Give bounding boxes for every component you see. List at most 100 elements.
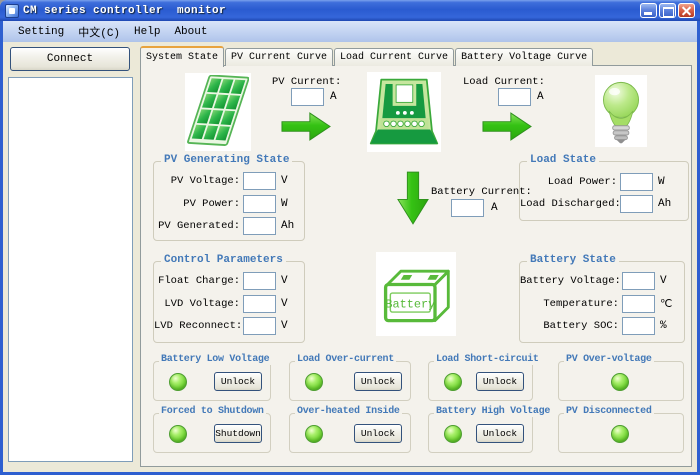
pv-voltage-unit: V <box>281 175 288 187</box>
load-discharged-value[interactable] <box>620 195 653 213</box>
status-over-heated-inside: Over-heated Inside Unlock <box>289 413 411 453</box>
pv-current-label: PV Current: <box>272 76 341 88</box>
pv-generated-value[interactable] <box>243 217 276 235</box>
battery-current-value[interactable] <box>451 199 484 217</box>
battery-soc-label: Battery SOC: <box>520 320 619 332</box>
temperature-unit: ℃ <box>660 297 672 311</box>
lvd-voltage-value[interactable] <box>243 295 276 313</box>
lvd-voltage-label: LVD Voltage: <box>154 298 240 310</box>
pv-power-value[interactable] <box>243 195 276 213</box>
menu-language[interactable]: 中文(C) <box>71 22 127 42</box>
close-icon[interactable] <box>678 3 695 18</box>
tab-strip: System State PV Current Curve Load Curre… <box>140 45 594 66</box>
group-title: Battery State <box>527 254 619 266</box>
group-title: Control Parameters <box>161 254 286 266</box>
arrow-right-icon <box>482 110 532 148</box>
battery-voltage-value[interactable] <box>622 272 655 290</box>
charge-controller-icon <box>367 72 441 152</box>
pv-current-unit: A <box>330 91 337 103</box>
pv-generated-unit: Ah <box>281 220 294 232</box>
unlock-button[interactable]: Unlock <box>476 372 524 391</box>
led-indicator <box>444 425 462 443</box>
unlock-button[interactable]: Unlock <box>476 424 524 443</box>
battery-icon: Battery <box>376 252 456 336</box>
status-title: PV Over-voltage <box>564 354 654 365</box>
arrow-down-icon <box>397 170 429 232</box>
status-load-short-circuit: Load Short-circuit Unlock <box>428 361 533 401</box>
temperature-value[interactable] <box>622 295 655 313</box>
load-power-label: Load Power: <box>520 176 617 188</box>
group-pv-generating-state: PV Generating State PV Voltage:V PV Powe… <box>153 161 305 241</box>
load-discharged-unit: Ah <box>658 198 671 210</box>
load-power-unit: W <box>658 176 665 188</box>
status-title: PV Disconnected <box>564 406 654 417</box>
float-charge-label: Float Charge: <box>154 275 240 287</box>
app-window: CM series controller monitor Setting 中文(… <box>0 0 700 475</box>
tab-pv-current-curve[interactable]: PV Current Curve <box>225 48 333 66</box>
menu-setting[interactable]: Setting <box>11 24 71 40</box>
status-title: Forced to Shutdown <box>159 406 266 417</box>
led-indicator <box>169 373 187 391</box>
lvd-reconnect-value[interactable] <box>243 317 276 335</box>
pv-generated-label: PV Generated: <box>154 220 240 232</box>
status-title: Over-heated Inside <box>295 406 402 417</box>
menu-bar: Setting 中文(C) Help About <box>3 21 697 42</box>
unlock-button[interactable]: Unlock <box>214 372 262 391</box>
float-charge-unit: V <box>281 275 288 287</box>
menu-help[interactable]: Help <box>127 24 167 40</box>
tab-battery-voltage-curve[interactable]: Battery Voltage Curve <box>455 48 593 66</box>
pv-power-unit: W <box>281 198 288 210</box>
unlock-button[interactable]: Unlock <box>354 424 402 443</box>
tab-load-current-curve[interactable]: Load Current Curve <box>334 48 454 66</box>
group-title: Load State <box>527 154 599 166</box>
battery-icon-label: Battery <box>385 297 435 311</box>
load-current-value[interactable] <box>498 88 531 106</box>
bulb-icon <box>595 75 647 147</box>
connect-button[interactable]: Connect <box>10 47 130 71</box>
group-control-parameters: Control Parameters Float Charge:V LVD Vo… <box>153 261 305 343</box>
status-title: Battery Low Voltage <box>159 354 271 365</box>
minimize-icon[interactable] <box>640 3 657 18</box>
unlock-button[interactable]: Unlock <box>354 372 402 391</box>
status-load-over-current: Load Over-current Unlock <box>289 361 411 401</box>
group-load-state: Load State Load Power:W Load Discharged:… <box>519 161 689 221</box>
titlebar: CM series controller monitor <box>0 0 700 21</box>
led-indicator <box>305 373 323 391</box>
pv-voltage-label: PV Voltage: <box>154 175 240 187</box>
device-list[interactable] <box>8 77 133 462</box>
battery-soc-value[interactable] <box>622 317 655 335</box>
group-title: PV Generating State <box>161 154 292 166</box>
status-title: Load Short-circuit <box>434 354 541 365</box>
float-charge-value[interactable] <box>243 272 276 290</box>
led-indicator <box>611 373 629 391</box>
battery-voltage-label: Battery Voltage: <box>520 275 619 287</box>
app-icon <box>5 4 19 18</box>
status-title: Battery High Voltage <box>434 406 552 417</box>
pv-power-label: PV Power: <box>154 198 240 210</box>
load-current-label: Load Current: <box>463 76 545 88</box>
status-pv-over-voltage: PV Over-voltage <box>558 361 684 401</box>
window-title: CM series controller monitor <box>23 5 226 17</box>
battery-current-unit: A <box>491 202 498 214</box>
load-current-unit: A <box>537 91 544 103</box>
system-state-page: PV Current: A Load Current <box>140 65 692 467</box>
tab-system-state[interactable]: System State <box>140 46 224 67</box>
load-power-value[interactable] <box>620 173 653 191</box>
status-battery-low-voltage: Battery Low Voltage Unlock <box>153 361 271 401</box>
arrow-right-icon <box>281 110 331 148</box>
status-forced-to-shutdown: Forced to Shutdown Shutdown <box>153 413 271 453</box>
menu-about[interactable]: About <box>167 24 214 40</box>
group-battery-state: Battery State Battery Voltage:V Temperat… <box>519 261 685 343</box>
status-pv-disconnected: PV Disconnected <box>558 413 684 453</box>
shutdown-button[interactable]: Shutdown <box>214 424 262 443</box>
status-title: Load Over-current <box>295 354 396 365</box>
battery-current-label: Battery Current: <box>431 186 532 198</box>
temperature-label: Temperature: <box>520 298 619 310</box>
maximize-icon[interactable] <box>659 3 676 18</box>
status-battery-high-voltage: Battery High Voltage Unlock <box>428 413 533 453</box>
pv-current-value[interactable] <box>291 88 324 106</box>
lvd-reconnect-unit: V <box>281 320 288 332</box>
pv-voltage-value[interactable] <box>243 172 276 190</box>
solar-panel-icon <box>185 73 251 151</box>
led-indicator <box>444 373 462 391</box>
